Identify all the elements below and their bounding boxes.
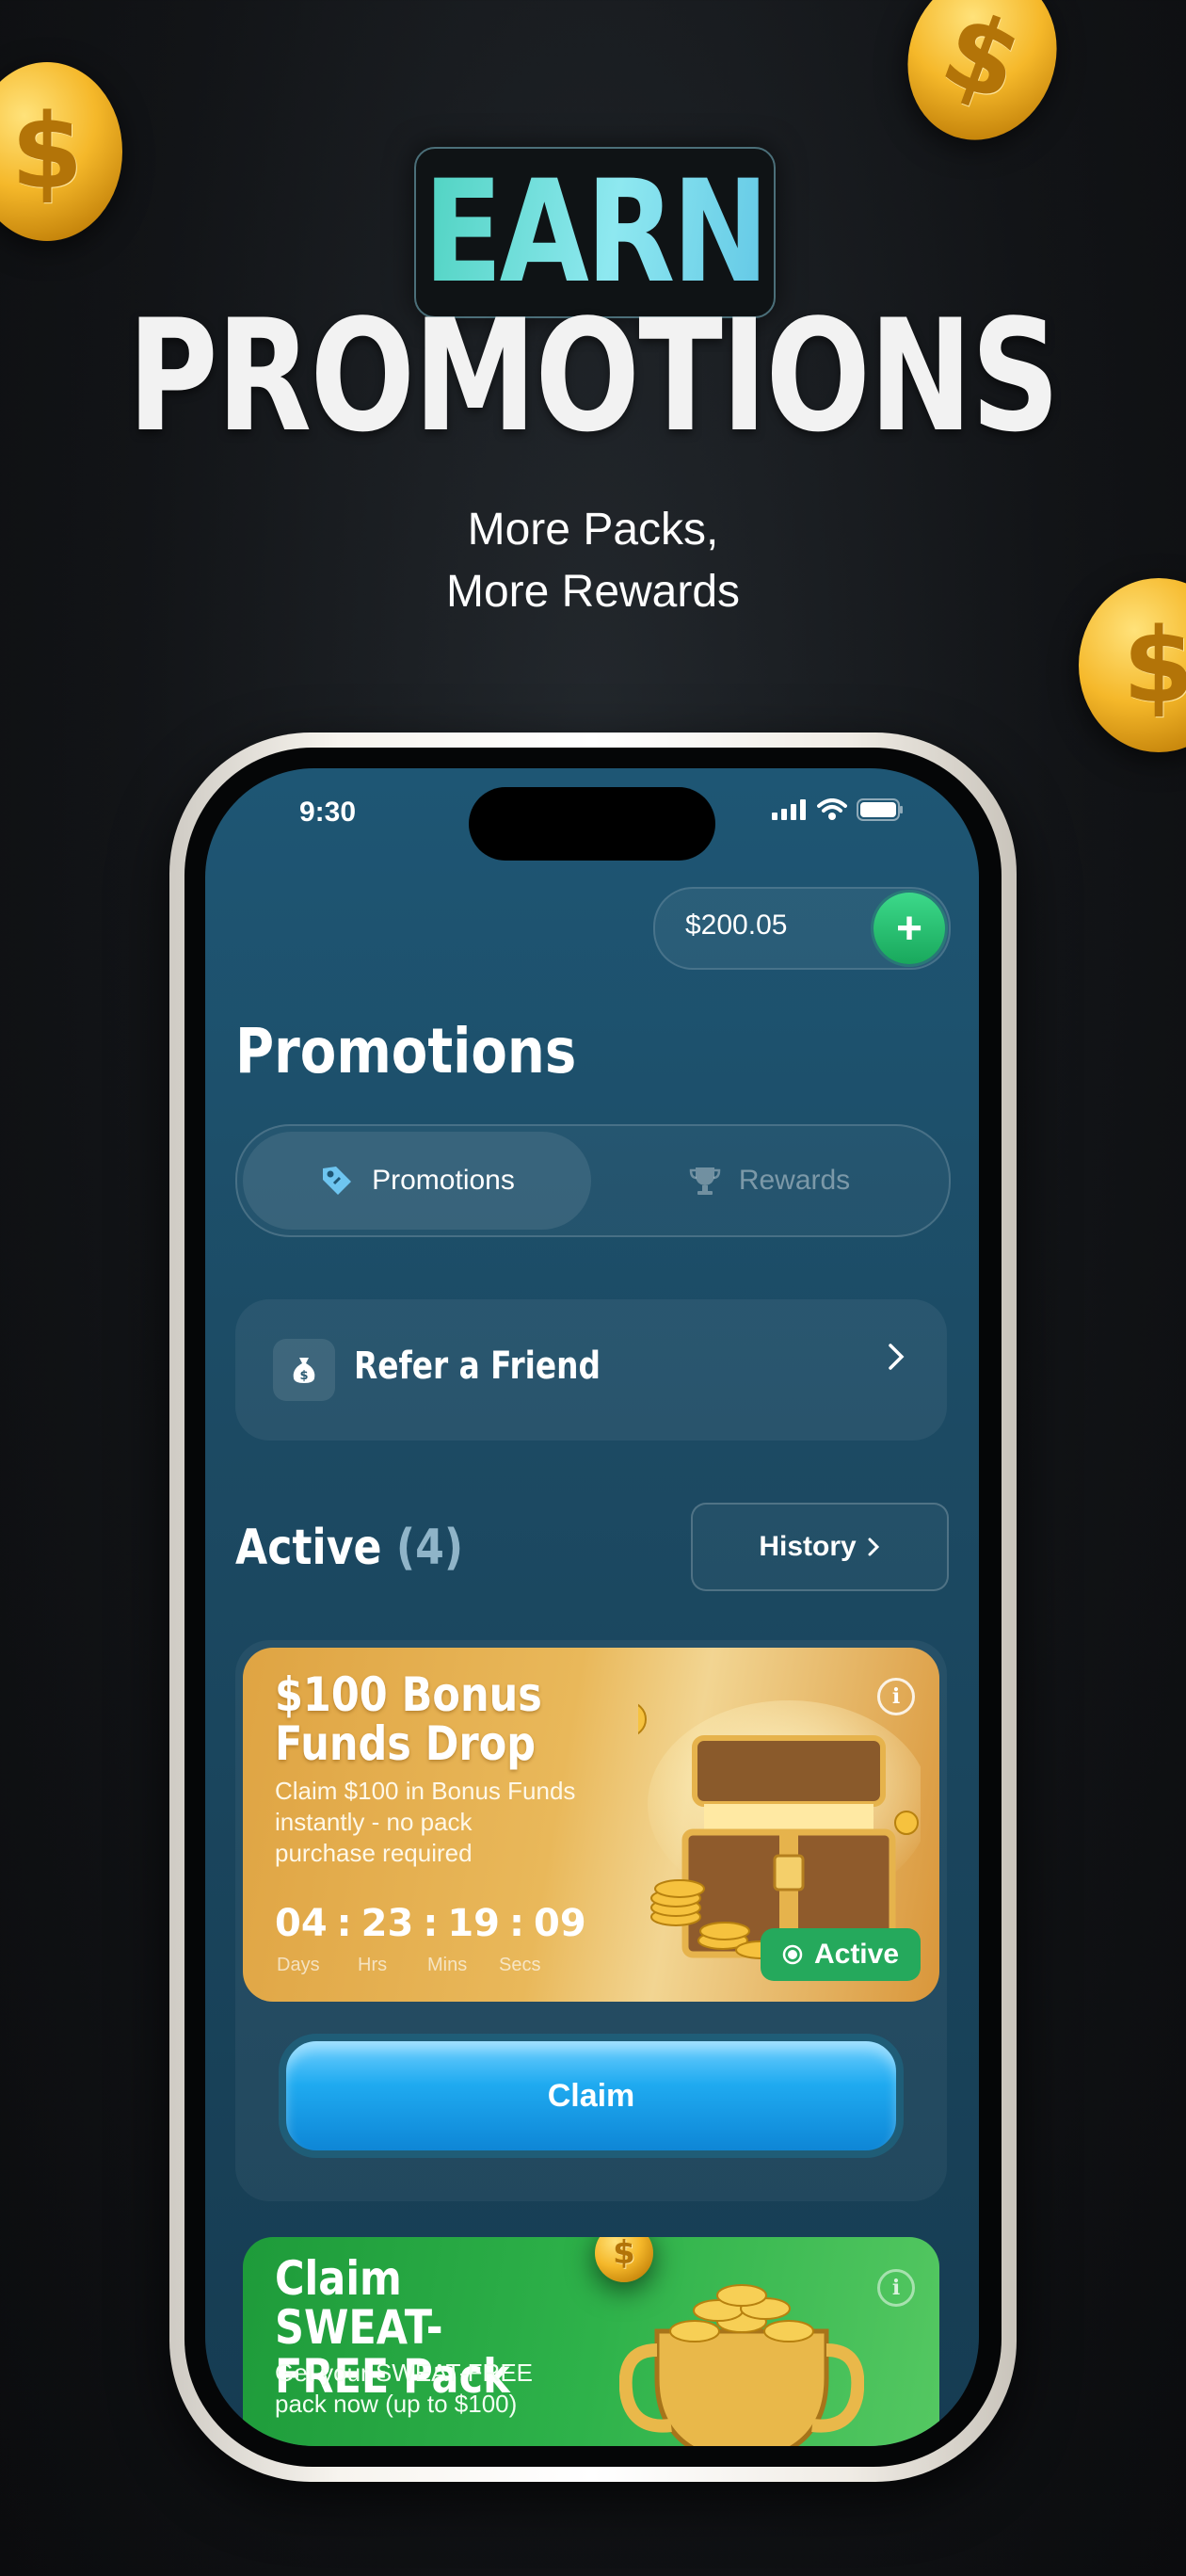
hero-subtitle: More Packs, More Rewards	[0, 499, 1186, 623]
status-badge: Active	[761, 1928, 921, 1981]
promo-title: $100 Bonus Funds Drop	[275, 1667, 542, 1771]
trophy-icon	[689, 1167, 721, 1195]
chevron-right-icon	[868, 1538, 879, 1556]
tag-icon	[323, 1167, 352, 1195]
promo-card-bonus-funds[interactable]: $100 Bonus Funds Drop Claim $100 in Bonu…	[243, 1648, 939, 2002]
svg-text:$: $	[299, 1369, 308, 1383]
gold-trophy-icon	[619, 2284, 864, 2446]
phone-screen: 9:30 $200.05 + Promotions Promotions Rew…	[205, 768, 979, 2446]
promo-description: Get your SWEAT-FREE pack now (up to $100…	[275, 2359, 534, 2418]
add-funds-button[interactable]: +	[873, 893, 945, 964]
refer-friend-label: Refer a Friend	[354, 1344, 601, 1388]
status-time: 9:30	[299, 797, 357, 828]
segmented-tabs: Promotions Rewards	[235, 1124, 951, 1237]
history-label: History	[759, 1531, 857, 1562]
timer-hours: 23	[361, 1902, 414, 1945]
timer-label-mins: Mins	[427, 1955, 468, 1975]
hero-subtitle-line1: More Packs,	[467, 505, 719, 555]
active-section-title: Active	[235, 1520, 382, 1576]
active-dot-icon	[782, 1944, 803, 1965]
promo-description: Claim $100 in Bonus Funds instantly - no…	[275, 1777, 576, 1867]
page-title: Promotions	[235, 1015, 577, 1087]
timer-label-secs: Secs	[499, 1955, 541, 1975]
wallet-balance: $200.05	[685, 910, 788, 941]
battery-icon	[857, 798, 903, 821]
plus-icon: +	[895, 903, 923, 954]
timer-label-hours: Hrs	[358, 1955, 388, 1975]
timer-label-days: Days	[277, 1955, 320, 1975]
coin-decoration-top-left: $	[0, 62, 122, 241]
signal-icon	[772, 799, 806, 820]
refer-friend-card[interactable]: $ Refer a Friend	[235, 1299, 947, 1441]
wallet-balance-pill[interactable]: $200.05 +	[653, 887, 951, 970]
money-bag-icon: $	[273, 1339, 335, 1401]
promo-item-bonus-funds: $100 Bonus Funds Drop Claim $100 in Bonu…	[235, 1640, 947, 2201]
hero-title: PROMOTIONS	[127, 286, 1061, 466]
tab-rewards[interactable]: Rewards	[595, 1132, 943, 1230]
history-button[interactable]: History	[691, 1503, 949, 1591]
info-icon[interactable]: i	[877, 2269, 915, 2307]
tab-promotions-label: Promotions	[372, 1165, 515, 1196]
claim-button[interactable]: Claim	[279, 2034, 904, 2158]
timer-days: 04	[275, 1902, 328, 1945]
coin-decoration-top-right: $	[884, 0, 1081, 162]
dynamic-island	[469, 787, 715, 861]
tab-promotions[interactable]: Promotions	[243, 1132, 591, 1230]
tab-rewards-label: Rewards	[738, 1165, 851, 1196]
countdown-timer: 04: 23: 19: 09	[275, 1902, 586, 1945]
status-badge-label: Active	[813, 1939, 900, 1970]
wifi-icon	[817, 798, 847, 820]
chevron-right-icon	[887, 1339, 906, 1381]
timer-mins: 19	[447, 1902, 501, 1945]
active-section-heading: Active (4)	[235, 1520, 463, 1576]
active-count: (4)	[395, 1520, 464, 1576]
promo-card-sweat-free[interactable]: Claim SWEAT-FREE Pack Get your SWEAT-FRE…	[243, 2237, 939, 2446]
info-icon[interactable]: i	[877, 1678, 915, 1715]
timer-secs: 09	[534, 1902, 586, 1945]
hero-earn-text: EARN	[424, 151, 769, 314]
hero-subtitle-line2: More Rewards	[445, 567, 741, 617]
status-icons	[772, 798, 904, 821]
